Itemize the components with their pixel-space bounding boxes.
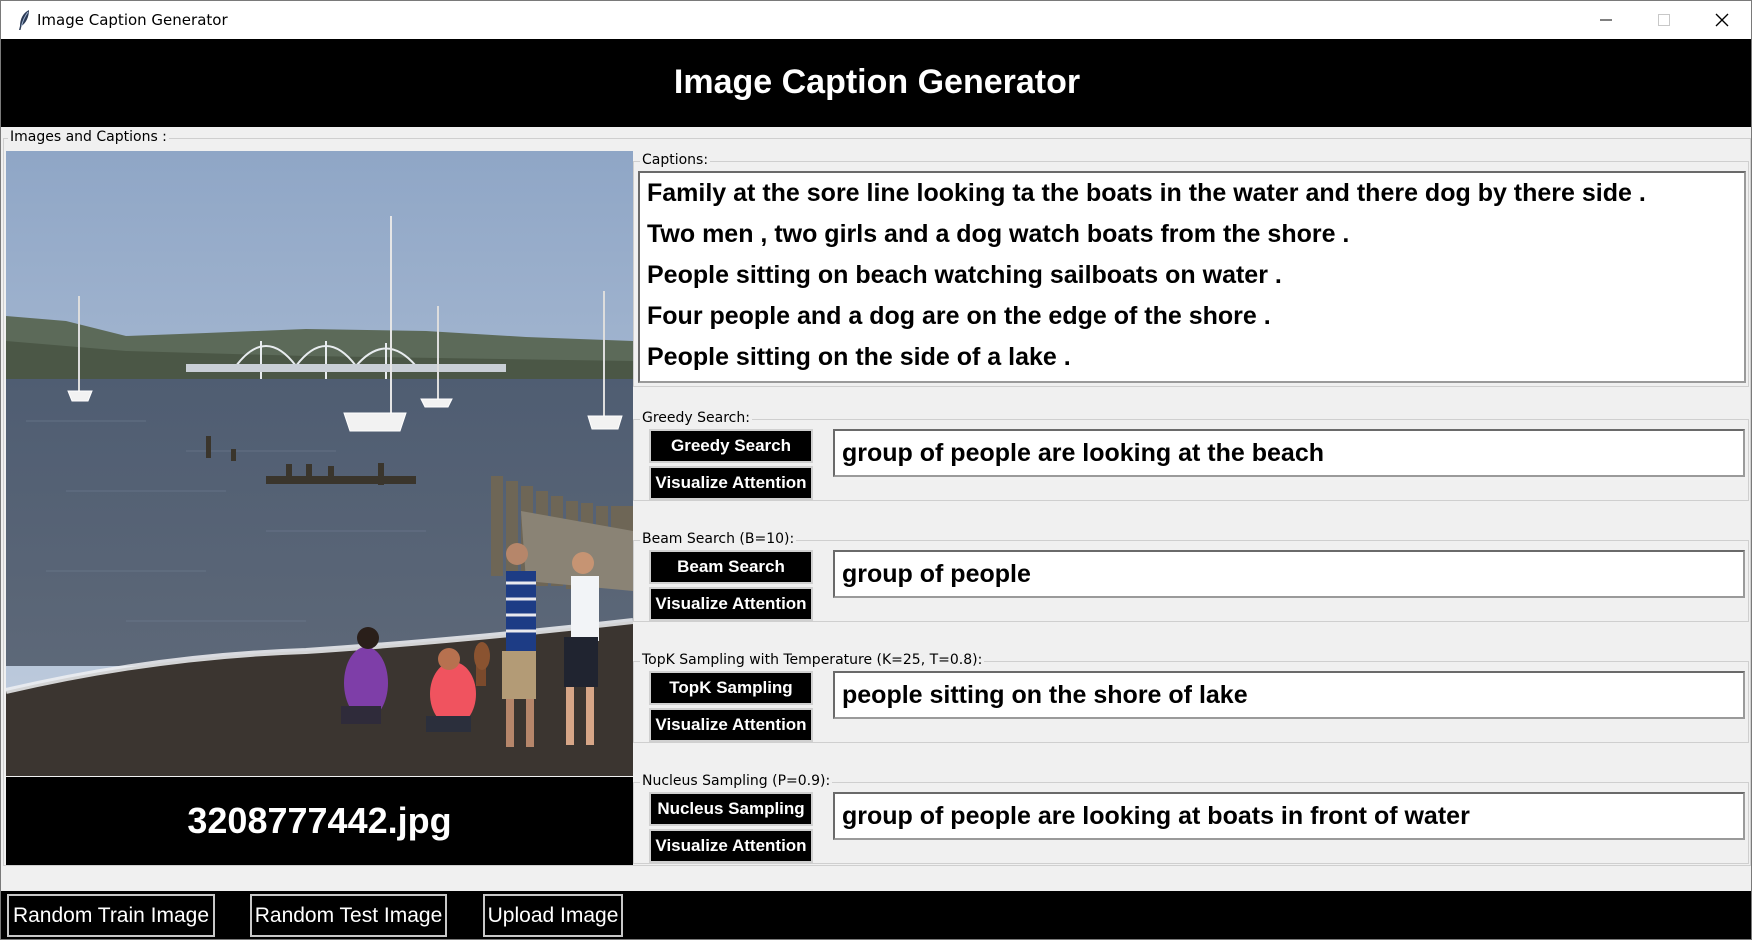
greedy-visualize-attention-button[interactable]: Visualize Attention	[649, 466, 813, 500]
caption-image	[6, 151, 633, 776]
caption-item: Four people and a dog are on the edge of…	[647, 302, 1271, 330]
minimize-button[interactable]	[1577, 1, 1635, 39]
random-test-image-button[interactable]: Random Test Image	[250, 894, 447, 937]
topk-sampling-button[interactable]: TopK Sampling	[649, 671, 813, 705]
nucleus-sampling-button[interactable]: Nucleus Sampling	[649, 792, 813, 826]
maximize-button[interactable]	[1635, 1, 1693, 39]
random-train-image-button[interactable]: Random Train Image	[7, 894, 215, 937]
beam-visualize-attention-button[interactable]: Visualize Attention	[649, 587, 813, 621]
topk-visualize-attention-button[interactable]: Visualize Attention	[649, 708, 813, 742]
topk-sampling-result[interactable]: people sitting on the shore of lake	[833, 671, 1745, 719]
title-bar: Image Caption Generator	[1, 1, 1751, 39]
maximize-icon	[1658, 14, 1670, 26]
captions-list: Family at the sore line looking ta the b…	[638, 171, 1746, 383]
app-heading: Image Caption Generator	[673, 63, 1081, 101]
image-filename: 3208777442.jpg	[6, 777, 633, 865]
images-captions-label: Images and Captions :	[8, 129, 169, 145]
captions-label: Captions:	[640, 152, 711, 168]
close-button[interactable]	[1693, 1, 1751, 39]
beach-photo	[6, 151, 633, 776]
greedy-search-label: Greedy Search:	[640, 410, 752, 426]
greedy-search-button[interactable]: Greedy Search	[649, 429, 813, 463]
caption-item: Family at the sore line looking ta the b…	[647, 179, 1646, 207]
upload-image-button[interactable]: Upload Image	[483, 894, 623, 937]
caption-item: People sitting on the side of a lake .	[647, 343, 1071, 371]
nucleus-sampling-result[interactable]: group of people are looking at boats in …	[833, 792, 1745, 840]
app-header: Image Caption Generator	[1, 39, 1751, 127]
beam-search-button[interactable]: Beam Search	[649, 550, 813, 584]
app-window: Image Caption Generator Image Caption Ge…	[0, 0, 1752, 940]
close-icon	[1715, 13, 1729, 27]
window-title: Image Caption Generator	[37, 11, 228, 29]
nucleus-sampling-label: Nucleus Sampling (P=0.9):	[640, 773, 833, 789]
nucleus-visualize-attention-button[interactable]: Visualize Attention	[649, 829, 813, 863]
caption-item: People sitting on beach watching sailboa…	[647, 261, 1282, 289]
minimize-icon	[1600, 19, 1612, 21]
caption-item: Two men , two girls and a dog watch boat…	[647, 220, 1350, 248]
feather-icon	[19, 10, 29, 30]
beam-search-result[interactable]: group of people	[833, 550, 1745, 598]
greedy-search-result[interactable]: group of people are looking at the beach	[833, 429, 1745, 477]
beam-search-label: Beam Search (B=10):	[640, 531, 797, 547]
topk-sampling-label: TopK Sampling with Temperature (K=25, T=…	[640, 652, 985, 668]
